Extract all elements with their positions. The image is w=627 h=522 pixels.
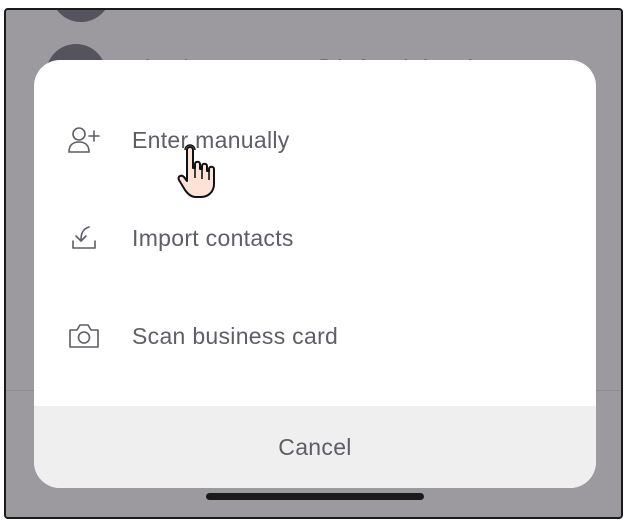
action-sheet: Enter manually Import contacts Scan busi… [34,60,596,488]
scan-business-card-label: Scan business card [132,322,339,349]
import-contacts-option[interactable]: Import contacts [34,202,596,274]
home-indicator [206,493,424,500]
import-contacts-label: Import contacts [132,224,294,251]
phone-screen: chad_NoName@infomichaels.com Enter manua… [4,8,623,519]
cancel-button[interactable]: Cancel [34,406,596,488]
background-avatar-top [51,10,111,22]
import-download-icon [64,218,104,258]
camera-icon [64,316,104,356]
scan-business-card-option[interactable]: Scan business card [34,300,596,372]
add-person-icon [64,120,104,160]
enter-manually-option[interactable]: Enter manually [34,104,596,176]
hand-pointer-cursor-icon [177,144,215,198]
